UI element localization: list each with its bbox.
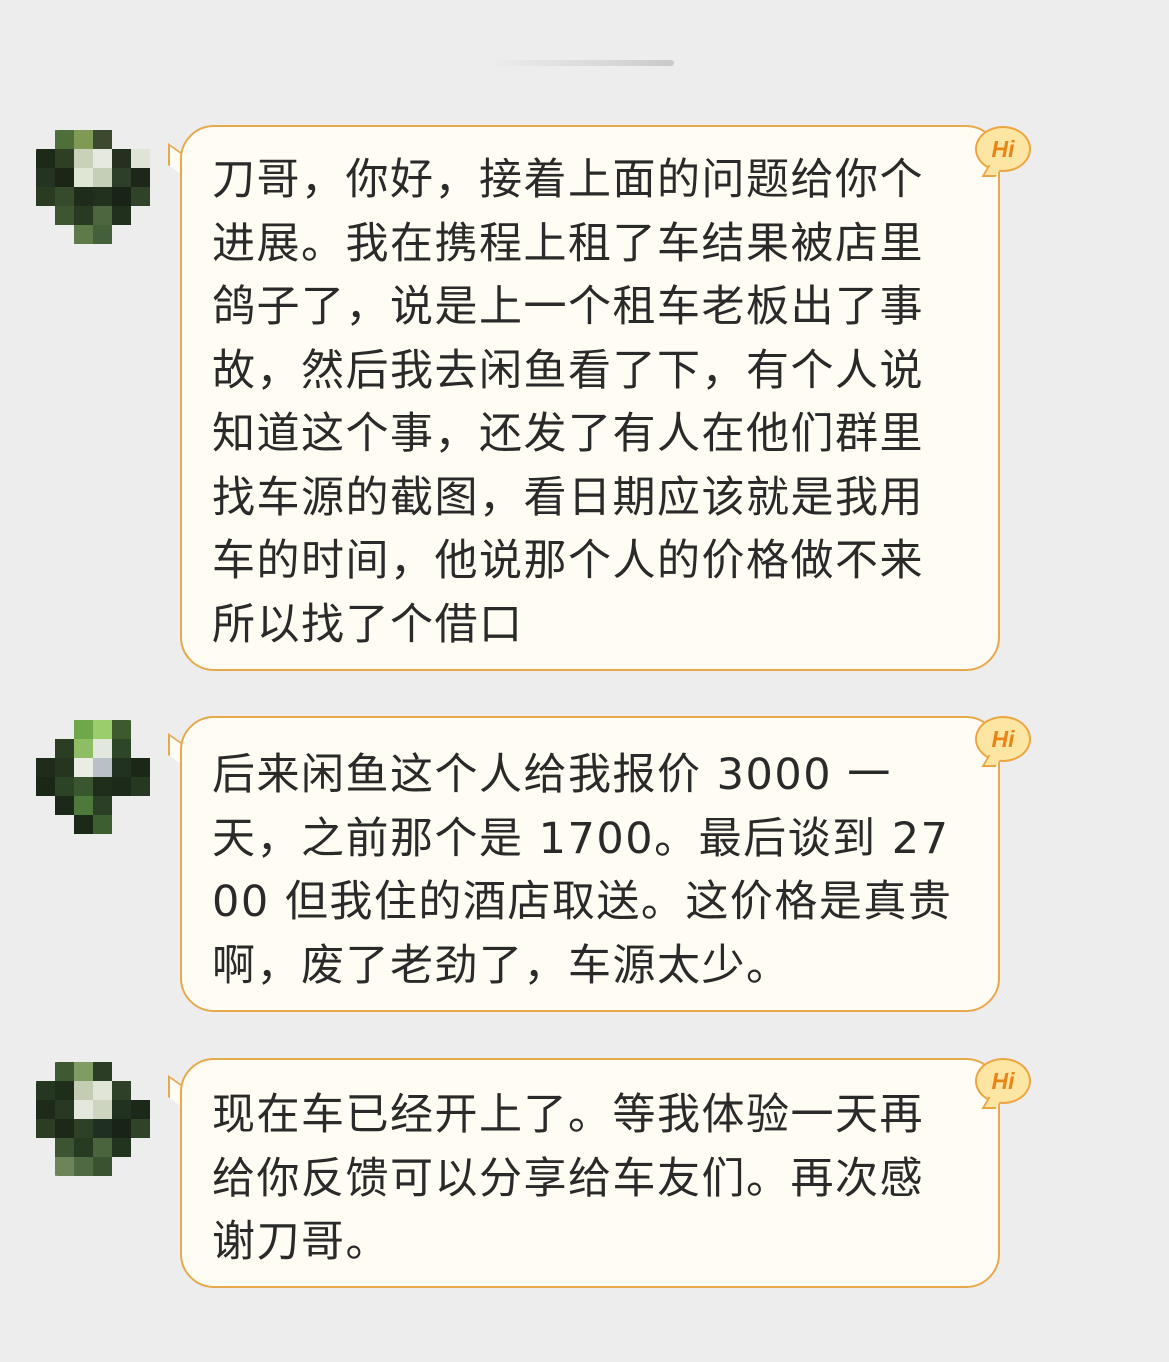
message-bubble[interactable]: 刀哥，你好，接着上面的问题给你个进展。我在携程上租了车结果被店里鸽子了，说是上一… bbox=[180, 125, 1000, 671]
hi-badge-icon[interactable]: Hi bbox=[975, 1058, 1031, 1104]
avatar[interactable] bbox=[36, 130, 150, 244]
message-bubble[interactable]: 后来闲鱼这个人给我报价 3000 一天，之前那个是 1700。最后谈到 2700… bbox=[180, 716, 1000, 1012]
avatar[interactable] bbox=[36, 1062, 150, 1176]
message-text: 后来闲鱼这个人给我报价 3000 一天，之前那个是 1700。最后谈到 2700… bbox=[212, 750, 953, 991]
message-text: 刀哥，你好，接着上面的问题给你个进展。我在携程上租了车结果被店里鸽子了，说是上一… bbox=[212, 155, 924, 650]
avatar[interactable] bbox=[36, 720, 150, 834]
message-bubble[interactable]: 现在车已经开上了。等我体验一天再给你反馈可以分享给车友们。再次感谢刀哥。 bbox=[180, 1058, 1000, 1288]
pull-indicator bbox=[488, 60, 674, 66]
chat-screen: 刀哥，你好，接着上面的问题给你个进展。我在携程上租了车结果被店里鸽子了，说是上一… bbox=[0, 0, 1169, 1362]
hi-badge-icon[interactable]: Hi bbox=[975, 716, 1031, 762]
hi-badge-icon[interactable]: Hi bbox=[975, 126, 1031, 172]
message-text: 现在车已经开上了。等我体验一天再给你反馈可以分享给车友们。再次感谢刀哥。 bbox=[212, 1090, 924, 1267]
